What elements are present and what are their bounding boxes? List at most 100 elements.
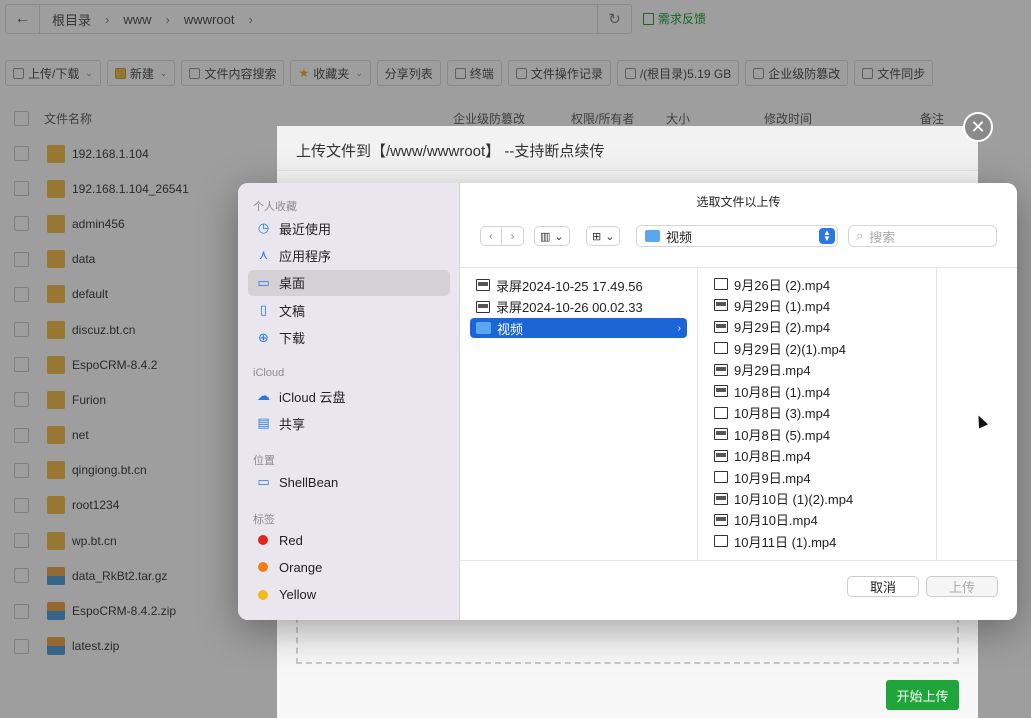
sidebar-item-label: 最近使用 [279,221,332,237]
file-item-label: 10月8日 (3).mp4 [734,406,831,422]
sidebar-item[interactable]: ☁ iCloud 云盘 [248,383,450,409]
sidebar-item-label: 文稿 [279,303,306,319]
picker-title: 选取文件以上传 [696,195,781,209]
browser-column-2[interactable]: 9月26日 (2).mp4 9月29日 (1).mp4 9月29日 (2).mp4 9… [698,268,937,560]
location-popup[interactable]: 视频 ▲ ▼ [636,225,838,247]
picker-sidebar: 个人收藏 ◷ 最近使用 ⋏ 应用程序 ▭ 桌面 ▯ 文稿 ⊕ 下载 iCloud ☁ iCloud 云盘 ▤… [238,183,460,620]
browser-item-label: 录屏2024-10-26 00.02.33 [496,300,643,315]
sidebar-item-label: 共享 [279,416,306,432]
sidebar-item-label: ShellBean [279,474,339,490]
sidebar-item[interactable]: ▭ 桌面 [248,269,450,296]
upload-button[interactable]: 上传 [926,576,998,597]
sidebar-item[interactable]: Yellow [248,582,450,608]
video-file-icon [714,299,728,312]
file-item-label: 9月29日 (2).mp4 [734,320,831,336]
chevron-right-icon: › [677,322,681,334]
browser-item-label: 视频 [497,321,524,337]
sidebar-item[interactable]: ▯ 文稿 [248,297,450,323]
chevron-down-icon: ⌄ [605,230,615,243]
column-browser: 录屏2024-10-25 17.49.56 录屏2024-10-26 00.02.… [460,267,1017,560]
video-file-item[interactable]: 10月8日 (1).mp4 [708,381,928,401]
location-popup-label: 视频 [666,229,693,245]
video-file-item[interactable]: 10月11日 (1).mp4 [708,531,928,551]
video-file-item[interactable]: 9月29日 (2).mp4 [708,317,928,337]
close-icon[interactable]: ✕ [963,112,993,142]
sidebar-item-label: iCloud 云盘 [279,389,346,405]
video-file-icon [714,406,728,419]
file-item-label: 9月29日 (1).mp4 [734,298,831,314]
sidebar-item-label: Orange [279,559,323,575]
sidebar-section-header: 位置 [253,455,275,467]
drive-icon: ▭ [257,474,270,489]
cloud-icon: ☁ [257,388,270,403]
video-file-icon [714,278,728,290]
tag-dot-icon [258,589,268,600]
sidebar-item-label: Yellow [279,587,317,603]
sidebar-item[interactable]: Red [248,527,450,553]
view-mode-button[interactable]: ▥ ⌄ [534,226,570,246]
video-file-icon [714,385,728,398]
video-file-item[interactable]: 9月26日 (2).mp4 [708,274,928,294]
browser-item[interactable]: 视频 › [470,318,687,338]
file-item-label: 9月29日.mp4 [734,363,811,379]
search-field[interactable]: ⌕ 搜索 [848,225,997,247]
sidebar-section-header: iCloud [253,367,285,379]
sidebar-section-header: 标签 [253,514,275,526]
back-chevron-icon[interactable]: ‹ [480,226,502,246]
apps-icon: ⋏ [258,247,269,263]
browser-item-label: 录屏2024-10-25 17.49.56 [496,278,643,294]
video-file-item[interactable]: 10月9日.mp4 [708,467,928,487]
chevron-down-icon: ⌄ [554,230,564,243]
file-item-label: 10月8日.mp4 [734,449,811,465]
sidebar-item-label: 桌面 [279,276,306,292]
picker-main: 选取文件以上传 ‹ › ▥ ⌄ ⊞ ⌄ 视频 ▲ ▼ ⌕ 搜索 录屏2024-10-2… [460,183,1017,620]
video-file-icon [714,363,728,376]
video-file-item[interactable]: 10月8日 (3).mp4 [708,403,928,423]
sidebar-item-label: 下载 [279,331,306,347]
video-file-icon [714,535,728,548]
video-file-item[interactable]: 10月10日.mp4 [708,510,928,530]
sidebar-item[interactable]: ⋏ 应用程序 [248,242,450,268]
video-file-item[interactable]: 10月8日 (5).mp4 [708,424,928,444]
video-file-icon [714,513,728,526]
upload-dialog-title: 上传文件到【/www/wwwroot】 --支持断点续传 [296,143,605,160]
file-item-label: 10月8日 (5).mp4 [734,427,831,443]
document-icon: ▯ [259,302,268,318]
file-item-label: 9月26日 (2).mp4 [734,277,831,293]
browser-item[interactable]: 录屏2024-10-25 17.49.56 [470,275,687,295]
video-file-item[interactable]: 10月10日 (1)(2).mp4 [708,489,928,509]
tag-dot-icon [258,562,268,573]
shared-folder-icon: ▤ [257,415,270,431]
video-file-icon [476,300,490,313]
cancel-button[interactable]: 取消 [847,576,919,597]
video-file-item[interactable]: 10月8日.mp4 [708,446,928,466]
picker-footer: 取消 上传 [460,560,1017,620]
video-file-item[interactable]: 9月29日 (1).mp4 [708,295,928,315]
sidebar-item[interactable]: ◷ 最近使用 [248,215,450,241]
file-picker-dialog: 个人收藏 ◷ 最近使用 ⋏ 应用程序 ▭ 桌面 ▯ 文稿 ⊕ 下载 iCloud ☁ iCloud 云盘 ▤… [238,183,1017,620]
folder-icon [476,322,491,334]
video-file-icon [476,279,490,291]
file-item-label: 10月8日 (1).mp4 [734,384,831,400]
file-item-label: 10月11日 (1).mp4 [734,534,837,550]
download-icon: ⊕ [258,329,269,345]
browser-column-1: 录屏2024-10-25 17.49.56 录屏2024-10-26 00.02.… [460,268,698,560]
sidebar-item[interactable]: ⊕ 下载 [248,325,450,351]
video-file-icon [714,449,728,462]
video-file-icon [714,320,728,333]
sidebar-item[interactable]: ▭ ShellBean [248,469,450,495]
tag-dot-icon [258,535,268,545]
video-file-item[interactable]: 9月29日.mp4 [708,360,928,380]
desktop-icon: ▭ [257,274,270,290]
nav-buttons: ‹ › [480,226,524,246]
sidebar-item[interactable]: ▤ 共享 [248,410,450,436]
group-button[interactable]: ⊞ ⌄ [586,226,621,246]
file-item-label: 10月9日.mp4 [734,470,811,486]
file-item-label: 9月29日 (2)(1).mp4 [734,341,846,357]
start-upload-button[interactable]: 开始上传 [886,680,959,710]
browser-item[interactable]: 录屏2024-10-26 00.02.33 [470,297,687,317]
sidebar-item[interactable]: Orange [248,554,450,580]
sidebar-section-header: 个人收藏 [253,201,297,213]
video-file-item[interactable]: 9月29日 (2)(1).mp4 [708,338,928,358]
forward-chevron-icon[interactable]: › [502,226,524,246]
